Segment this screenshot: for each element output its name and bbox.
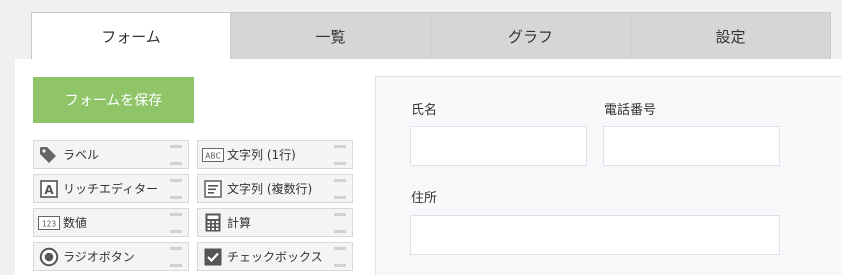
tab-bar: フォーム 一覧 グラフ 設定 (31, 12, 831, 60)
tag-icon (37, 141, 61, 168)
tab-list-label: 一覧 (315, 27, 346, 46)
abc-icon: ABC (201, 141, 225, 168)
palette-item-calculation[interactable]: 計算 (197, 208, 353, 237)
tab-settings[interactable]: 設定 (631, 12, 831, 60)
name-field[interactable] (410, 126, 587, 166)
drag-handle-icon[interactable] (334, 246, 346, 267)
palette-item-radio-button-label: ラジオボタン (63, 250, 135, 264)
drag-handle-icon[interactable] (334, 178, 346, 199)
tab-graph[interactable]: グラフ (431, 12, 631, 60)
drag-handle-icon[interactable] (170, 246, 182, 267)
palette-item-label[interactable]: ラベル (33, 140, 189, 169)
tab-form[interactable]: フォーム (31, 12, 231, 60)
address-field-label: 住所 (411, 191, 438, 206)
name-field-label: 氏名 (411, 103, 438, 118)
number-icon: 123 (37, 209, 61, 236)
palette-item-single-line-text[interactable]: ABC 文字列 (1行) (197, 140, 353, 169)
palette-item-single-line-text-label: 文字列 (1行) (227, 148, 296, 162)
save-form-button[interactable]: フォームを保存 (33, 77, 194, 123)
tab-graph-label: グラフ (507, 27, 553, 46)
radio-icon (37, 243, 61, 270)
palette-item-rich-editor[interactable]: A リッチエディター (33, 174, 189, 203)
svg-text:ABC: ABC (205, 151, 220, 160)
calculator-icon (201, 209, 225, 236)
palette-item-calculation-label: 計算 (227, 216, 252, 230)
palette-item-radio-button[interactable]: ラジオボタン (33, 242, 189, 271)
checkbox-icon (201, 243, 225, 270)
palette-item-number-label: 数値 (63, 216, 88, 230)
drag-handle-icon[interactable] (170, 212, 182, 233)
palette-item-multi-line-text[interactable]: 文字列 (複数行) (197, 174, 353, 203)
address-field[interactable] (410, 215, 780, 255)
svg-text:123: 123 (42, 219, 57, 228)
tab-form-label: フォーム (101, 27, 161, 46)
drag-handle-icon[interactable] (170, 144, 182, 165)
palette-item-checkbox[interactable]: チェックボックス (197, 242, 353, 271)
palette-item-number[interactable]: 123 数値 (33, 208, 189, 237)
phone-field-label: 電話番号 (604, 103, 657, 118)
palette-item-rich-editor-label: リッチエディター (63, 182, 159, 196)
palette-item-checkbox-label: チェックボックス (227, 250, 323, 264)
drag-handle-icon[interactable] (334, 212, 346, 233)
phone-field[interactable] (603, 126, 780, 166)
palette-item-multi-line-text-label: 文字列 (複数行) (227, 182, 313, 196)
palette-item-label-text: ラベル (63, 148, 100, 162)
svg-text:A: A (44, 183, 54, 197)
tab-list[interactable]: 一覧 (231, 12, 431, 60)
drag-handle-icon[interactable] (170, 178, 182, 199)
multiline-icon (201, 175, 225, 202)
tab-settings-label: 設定 (715, 27, 746, 46)
rich-text-icon: A (37, 175, 61, 202)
drag-handle-icon[interactable] (334, 144, 346, 165)
